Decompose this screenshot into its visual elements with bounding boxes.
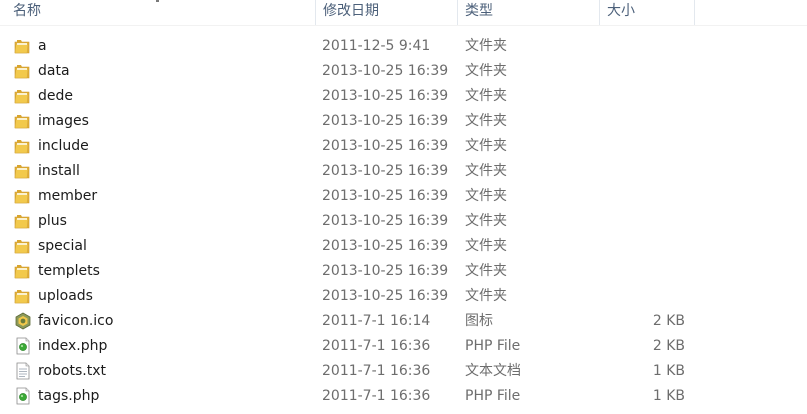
file-type: 文件夹 [465,238,507,254]
file-name: tags.php [38,388,100,404]
folder-icon [14,137,32,155]
file-type: 文件夹 [465,288,507,304]
file-name: a [38,38,47,54]
file-name: install [38,163,80,179]
file-type: PHP File [465,338,521,354]
file-size [600,284,685,309]
column-header-type[interactable]: 类型 [458,0,599,25]
folder-icon [14,187,32,205]
file-size: 2 KB [652,313,685,329]
file-size [600,234,685,259]
file-row[interactable]: uploads 2013-10-25 16:39 文件夹 [0,284,700,309]
file-modified-date: 2013-10-25 16:39 [322,188,449,204]
file-modified-date: 2013-10-25 16:39 [322,63,449,79]
file-list: a 2011-12-5 9:41 文件夹 data 2013-10-25 16:39 文件… [0,34,807,409]
file-modified-date: 2013-10-25 16:39 [322,288,449,304]
file-name: include [38,138,89,154]
file-type: 文件夹 [465,163,507,179]
file-size [600,209,685,234]
file-name: plus [38,213,67,229]
folder-icon [14,62,32,80]
file-modified-date: 2013-10-25 16:39 [322,238,449,254]
file-row[interactable]: data 2013-10-25 16:39 文件夹 [0,59,700,84]
file-type: 文件夹 [465,38,507,54]
folder-icon [14,237,32,255]
file-row[interactable]: a 2011-12-5 9:41 文件夹 [0,34,700,59]
folder-icon [14,262,32,280]
file-modified-date: 2011-12-5 9:41 [322,38,431,54]
file-type: 文件夹 [465,263,507,279]
file-size [600,59,685,84]
folder-icon [14,287,32,305]
file-type: 文件夹 [465,188,507,204]
file-modified-date: 2013-10-25 16:39 [322,163,449,179]
php-file-icon [14,337,32,355]
file-name: dede [38,88,73,104]
file-row[interactable]: dede 2013-10-25 16:39 文件夹 [0,84,700,109]
file-size [600,134,685,159]
file-modified-date: 2013-10-25 16:39 [322,263,449,279]
file-modified-date: 2013-10-25 16:39 [322,88,449,104]
file-row[interactable]: member 2013-10-25 16:39 文件夹 [0,184,700,209]
file-size [600,184,685,209]
file-size: 1 KB [652,363,685,379]
file-name: data [38,63,70,79]
file-row[interactable]: install 2013-10-25 16:39 文件夹 [0,159,700,184]
file-name: favicon.ico [38,313,114,329]
text-file-icon [14,362,32,380]
file-modified-date: 2011-7-1 16:36 [322,388,431,404]
file-row[interactable]: favicon.ico 2011-7-1 16:14 图标 2 KB [0,309,700,334]
file-name: templets [38,263,100,279]
file-size [600,109,685,134]
column-header-size[interactable]: 大小 [600,0,695,25]
file-name: member [38,188,98,204]
file-type: 文件夹 [465,213,507,229]
file-row[interactable]: robots.txt 2011-7-1 16:36 文本文档 1 KB [0,359,700,384]
file-name: robots.txt [38,363,106,379]
column-header-date[interactable]: 修改日期 [316,0,457,25]
file-modified-date: 2013-10-25 16:39 [322,113,449,129]
file-type: 文本文档 [465,363,521,379]
file-type: 文件夹 [465,113,507,129]
file-modified-date: 2011-7-1 16:36 [322,363,431,379]
file-row[interactable]: tags.php 2011-7-1 16:36 PHP File 1 KB [0,384,700,409]
file-row[interactable]: include 2013-10-25 16:39 文件夹 [0,134,700,159]
file-type: 文件夹 [465,138,507,154]
file-name: index.php [38,338,108,354]
file-type: 文件夹 [465,88,507,104]
column-header-bar: 名称 修改日期 类型 大小 [0,0,807,26]
file-size: 2 KB [652,338,685,354]
file-row[interactable]: images 2013-10-25 16:39 文件夹 [0,109,700,134]
folder-icon [14,162,32,180]
file-row[interactable]: plus 2013-10-25 16:39 文件夹 [0,209,700,234]
file-size [600,159,685,184]
folder-icon [14,87,32,105]
folder-icon [14,212,32,230]
file-modified-date: 2011-7-1 16:14 [322,313,431,329]
file-row[interactable]: special 2013-10-25 16:39 文件夹 [0,234,700,259]
folder-icon [14,112,32,130]
file-size [600,259,685,284]
column-divider[interactable] [694,0,695,25]
file-modified-date: 2011-7-1 16:36 [322,338,431,354]
file-modified-date: 2013-10-25 16:39 [322,213,449,229]
file-type: PHP File [465,388,521,404]
file-name: images [38,113,89,129]
file-type: 图标 [465,313,493,329]
favicon-icon [14,312,32,330]
file-size: 1 KB [652,388,685,404]
file-name: uploads [38,288,93,304]
file-name: special [38,238,87,254]
file-row[interactable]: templets 2013-10-25 16:39 文件夹 [0,259,700,284]
column-header-name[interactable]: 名称 [6,0,316,25]
file-modified-date: 2013-10-25 16:39 [322,138,449,154]
file-size [600,84,685,109]
file-type: 文件夹 [465,63,507,79]
file-explorer: 名称 修改日期 类型 大小 a 2011-12-5 9:41 文件夹 data 2013… [0,0,807,414]
php-file-icon [14,387,32,405]
file-row[interactable]: index.php 2011-7-1 16:36 PHP File 2 KB [0,334,700,359]
folder-icon [14,37,32,55]
file-size [600,34,685,59]
